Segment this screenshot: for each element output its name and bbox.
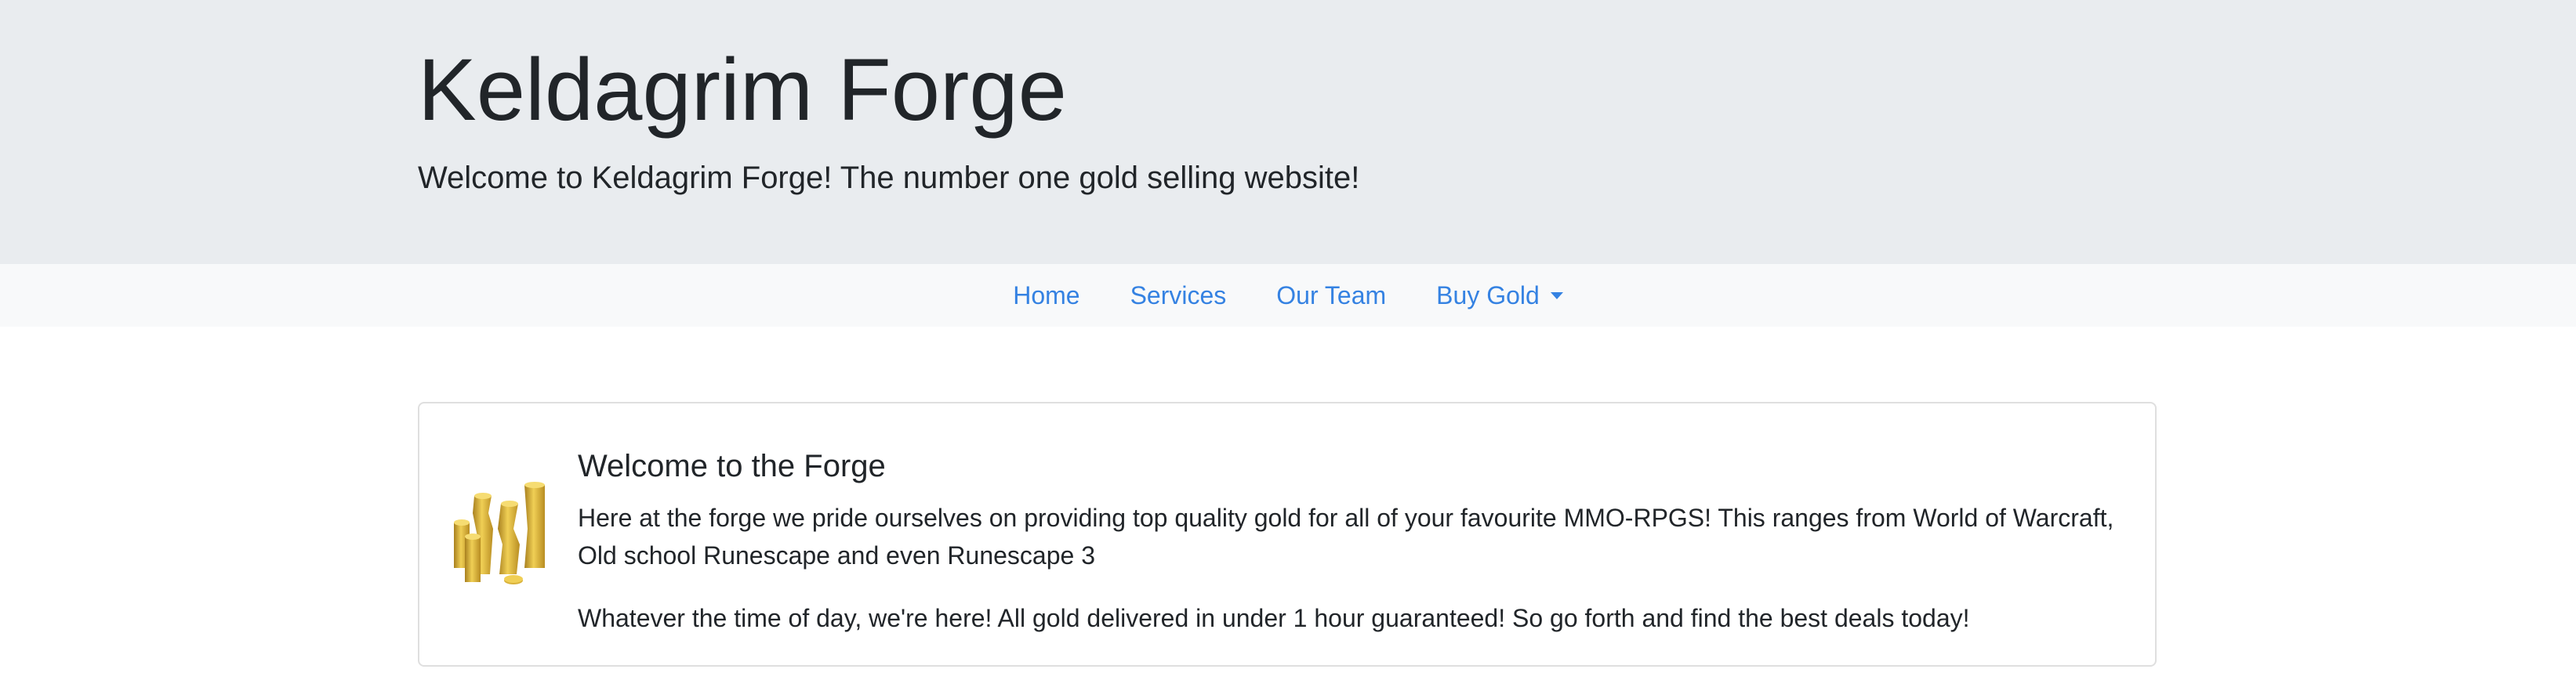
card-paragraph-delivery: Whatever the time of day, we're here! Al… <box>578 604 1970 632</box>
nav-item-our-team: Our Team <box>1251 280 1411 311</box>
nav-dropdown-buy-gold[interactable]: Buy Gold <box>1411 280 1588 311</box>
nav-list: Home Services Our Team Buy Gold <box>0 264 2576 327</box>
card-title: Welcome to the Forge <box>578 449 886 483</box>
nav-item-services: Services <box>1105 280 1252 311</box>
main-navbar: Home Services Our Team Buy Gold <box>0 264 2576 327</box>
caret-down-icon <box>1550 291 1563 299</box>
gold-coins-icon <box>454 482 545 584</box>
nav-link-buy-gold-label: Buy Gold <box>1436 281 1540 309</box>
header-jumbotron: Keldagrim Forge Welcome to Keldagrim For… <box>0 0 2576 264</box>
nav-link-our-team[interactable]: Our Team <box>1251 280 1411 311</box>
nav-link-services[interactable]: Services <box>1105 280 1252 311</box>
card-paragraph-intro: Here at the forge we pride ourselves on … <box>578 504 2114 570</box>
site-tagline: Welcome to Keldagrim Forge! The number o… <box>418 161 1360 195</box>
welcome-card: Welcome to the Forge Here at the forge w… <box>418 402 2157 667</box>
nav-item-home: Home <box>988 280 1105 311</box>
nav-item-buy-gold: Buy Gold <box>1411 280 1588 311</box>
site-title: Keldagrim Forge <box>418 41 1067 139</box>
nav-link-home[interactable]: Home <box>988 280 1105 311</box>
